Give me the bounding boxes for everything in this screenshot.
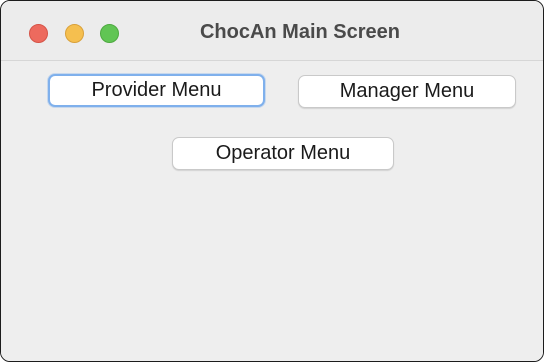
app-window: ChocAn Main Screen Provider Menu Manager…	[0, 0, 544, 362]
manager-menu-button[interactable]: Manager Menu	[298, 75, 516, 108]
window-title: ChocAn Main Screen	[199, 21, 401, 43]
title-bar[interactable]: ChocAn Main Screen	[1, 1, 543, 61]
main-panel: Provider Menu Manager Menu Operator Menu	[1, 61, 543, 361]
provider-menu-button[interactable]: Provider Menu	[48, 74, 265, 107]
operator-menu-button[interactable]: Operator Menu	[172, 137, 394, 170]
